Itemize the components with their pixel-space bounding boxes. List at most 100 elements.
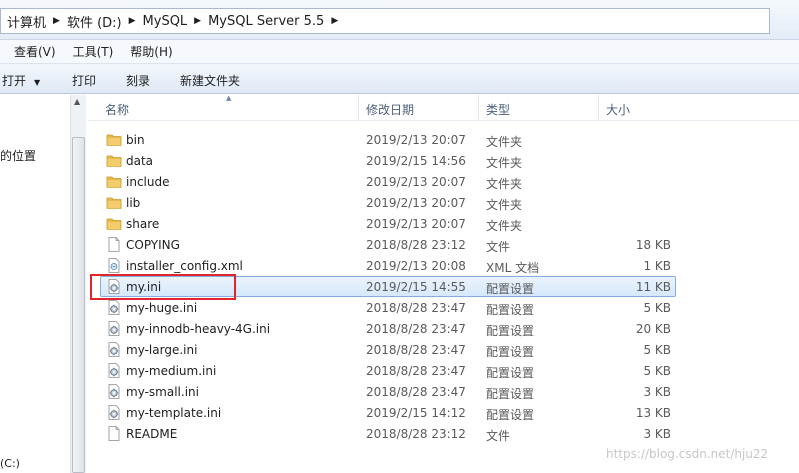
file-name: my-innodb-heavy-4G.ini — [126, 322, 271, 336]
file-date: 2019/2/13 20:07 — [366, 217, 466, 231]
config-file-icon — [106, 363, 122, 378]
file-row[interactable]: my-innodb-heavy-4G.ini 2018/8/28 23:47 配置设… — [88, 318, 799, 339]
chevron-right-icon[interactable]: ▶ — [331, 16, 338, 26]
scroll-up-arrow-icon[interactable]: ▲ — [74, 97, 80, 106]
menu-view[interactable]: 查看(V) — [14, 43, 56, 60]
breadcrumb-computer[interactable]: 计算机 — [7, 12, 46, 31]
config-file-icon — [106, 300, 122, 315]
column-header-date[interactable]: 修改日期 — [366, 101, 414, 118]
column-divider[interactable] — [478, 95, 479, 121]
watermark: https://blog.csdn.net/hju22 — [606, 447, 769, 461]
file-date: 2018/8/28 23:47 — [366, 301, 466, 315]
breadcrumb-drive-d[interactable]: 软件 (D:) — [67, 12, 122, 31]
breadcrumb-mysql[interactable]: MySQL — [143, 14, 188, 29]
file-date: 2019/2/13 20:07 — [366, 133, 466, 147]
navigation-pane: 的位置 (C:) — [0, 95, 70, 473]
file-type: 文件夹 — [486, 177, 523, 191]
chevron-right-icon[interactable]: ▶ — [129, 16, 136, 26]
xml-file-icon — [106, 258, 122, 273]
open-label: 打开 — [2, 74, 27, 88]
file-date: 2019/2/13 20:07 — [366, 196, 466, 210]
file-row[interactable]: my-large.ini 2018/8/28 23:47 配置设置 5 KB — [88, 339, 799, 360]
file-size: 13 KB — [635, 406, 671, 420]
file-type: 文件 — [486, 429, 511, 443]
file-size: 1 KB — [643, 259, 671, 273]
folder-icon — [106, 132, 122, 147]
file-type: 文件夹 — [486, 135, 523, 149]
file-name: my-small.ini — [126, 385, 199, 399]
file-type: XML 文档 — [486, 261, 540, 275]
file-size: 5 KB — [643, 301, 671, 315]
file-row[interactable]: my-small.ini 2018/8/28 23:47 配置设置 3 KB — [88, 381, 799, 402]
chevron-right-icon[interactable]: ▶ — [194, 16, 201, 26]
menu-help[interactable]: 帮助(H) — [130, 43, 172, 60]
command-toolbar: 打开 ▼ 打印 刻录 新建文件夹 — [0, 64, 799, 94]
folder-icon — [106, 174, 122, 189]
highlight-box — [90, 274, 236, 300]
file-date: 2018/8/28 23:47 — [366, 322, 466, 336]
config-file-icon — [106, 384, 122, 399]
file-size: 18 KB — [635, 238, 671, 252]
breadcrumb-mysql-server[interactable]: MySQL Server 5.5 — [208, 14, 324, 29]
file-row[interactable]: installer_config.xml 2019/2/13 20:08 XML 文… — [88, 255, 799, 276]
column-divider[interactable] — [358, 95, 359, 121]
navigation-scrollbar[interactable]: ▲ — [70, 95, 86, 473]
file-date: 2018/8/28 23:12 — [366, 427, 466, 441]
column-header-size[interactable]: 大小 — [606, 101, 630, 118]
column-divider[interactable] — [598, 95, 599, 121]
file-date: 2019/2/13 20:08 — [366, 259, 466, 273]
file-type: 配置设置 — [486, 282, 535, 296]
file-name: include — [126, 175, 170, 189]
file-row[interactable]: my-huge.ini 2018/8/28 23:47 配置设置 5 KB — [88, 297, 799, 318]
file-row[interactable]: my-medium.ini 2018/8/28 23:47 配置设置 5 KB — [88, 360, 799, 381]
file-name: my-large.ini — [126, 343, 198, 357]
scrollbar-thumb[interactable] — [72, 137, 85, 473]
file-row[interactable]: my-template.ini 2019/2/15 14:12 配置设置 13 KB — [88, 402, 799, 423]
chevron-right-icon[interactable]: ▶ — [53, 16, 60, 26]
dropdown-arrow-icon[interactable]: ▼ — [34, 78, 40, 87]
file-row[interactable]: README 2018/8/28 23:12 文件 3 KB — [88, 423, 799, 444]
file-name: bin — [126, 133, 145, 147]
file-row[interactable]: lib 2019/2/13 20:07 文件夹 — [88, 192, 799, 213]
print-button[interactable]: 打印 — [72, 72, 96, 89]
file-row[interactable]: include 2019/2/13 20:07 文件夹 — [88, 171, 799, 192]
nav-item-locations[interactable]: 的位置 — [0, 147, 36, 164]
file-date: 2018/8/28 23:47 — [366, 364, 466, 378]
nav-item-drive-c[interactable]: (C:) — [0, 457, 20, 470]
file-type: 文件夹 — [486, 156, 523, 170]
file-row[interactable]: bin 2019/2/13 20:07 文件夹 — [88, 129, 799, 150]
file-date: 2018/8/28 23:47 — [366, 343, 466, 357]
burn-button[interactable]: 刻录 — [126, 72, 150, 89]
file-type: 配置设置 — [486, 324, 535, 338]
file-name: my-template.ini — [126, 406, 222, 420]
file-size: 20 KB — [635, 322, 671, 336]
file-name: my-medium.ini — [126, 364, 217, 378]
open-button[interactable]: 打开 ▼ — [2, 72, 40, 89]
breadcrumb[interactable]: 计算机 ▶ 软件 (D:) ▶ MySQL ▶ MySQL Server 5.5… — [0, 8, 770, 34]
file-row[interactable]: share 2019/2/13 20:07 文件夹 — [88, 213, 799, 234]
file-name: data — [126, 154, 154, 168]
menu-tools[interactable]: 工具(T) — [73, 43, 114, 60]
file-type: 配置设置 — [486, 387, 535, 401]
file-date: 2019/2/15 14:12 — [366, 406, 466, 420]
menu-bar: 查看(V) 工具(T) 帮助(H) — [0, 40, 799, 64]
config-file-icon — [106, 342, 122, 357]
file-name: lib — [126, 196, 141, 210]
file-name: share — [126, 217, 160, 231]
config-file-icon — [106, 321, 122, 336]
file-name: COPYING — [126, 238, 180, 252]
folder-icon — [106, 195, 122, 210]
file-size: 5 KB — [643, 364, 671, 378]
file-size: 5 KB — [643, 343, 671, 357]
new-folder-button[interactable]: 新建文件夹 — [180, 72, 240, 89]
file-type: 文件 — [486, 240, 511, 254]
file-row[interactable]: data 2019/2/15 14:56 文件夹 — [88, 150, 799, 171]
column-header-type[interactable]: 类型 — [486, 101, 510, 118]
file-type: 配置设置 — [486, 408, 535, 422]
file-row[interactable]: COPYING 2018/8/28 23:12 文件 18 KB — [88, 234, 799, 255]
column-header-name[interactable]: 名称 — [105, 101, 129, 118]
file-date: 2018/8/28 23:12 — [366, 238, 466, 252]
file-date: 2019/2/15 14:56 — [366, 154, 466, 168]
folder-icon — [106, 216, 122, 231]
file-size: 3 KB — [643, 427, 671, 441]
